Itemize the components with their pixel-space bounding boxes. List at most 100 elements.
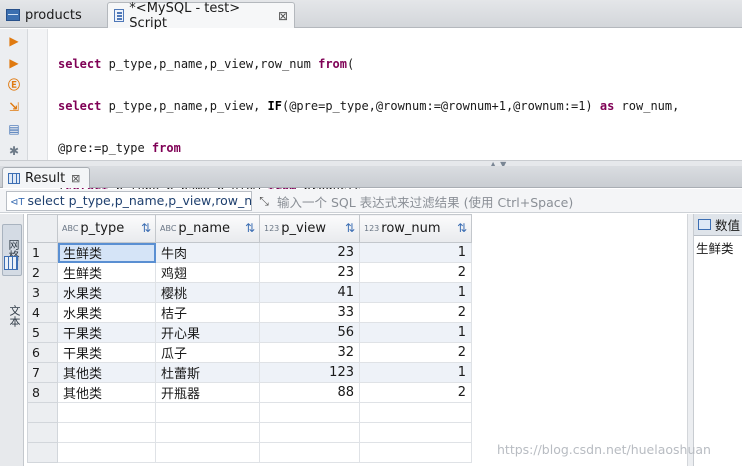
settings-icon[interactable]: ✱ <box>6 143 22 159</box>
table-cell <box>155 422 260 443</box>
row-number-cell[interactable]: 3 <box>27 282 58 303</box>
result-grid-icon <box>8 172 20 184</box>
cell-p_type[interactable]: 生鲜类 <box>57 262 156 283</box>
cell-p_name[interactable]: 瓜子 <box>155 342 260 363</box>
cell-p_type[interactable]: 水果类 <box>57 282 156 303</box>
filter-value: select p_type,p_name,p_view,row_n <box>27 193 252 208</box>
cell-row_num[interactable]: 1 <box>359 282 472 303</box>
tab-text-view-label: 文本 <box>8 305 21 327</box>
tab-result[interactable]: Result ⊠ <box>2 167 90 188</box>
cell-p_view[interactable]: 56 <box>259 322 360 343</box>
close-tab-icon[interactable]: ⊠ <box>278 9 288 23</box>
cell-p_view[interactable]: 23 <box>259 262 360 283</box>
cell-p_name[interactable]: 牛肉 <box>155 242 260 263</box>
cell-row_num[interactable]: 2 <box>359 382 472 403</box>
expand-filter-icon[interactable]: ⤡ <box>256 193 272 209</box>
view-mode-tabs: 网格 文本 <box>0 214 24 466</box>
table-row[interactable]: 7 其他类 杜蕾斯 123 1 <box>27 362 472 383</box>
cell-row_num[interactable]: 1 <box>359 322 472 343</box>
cell-p_view[interactable]: 32 <box>259 342 360 363</box>
table-header-row: ABC p_type ⇅ ABC p_name ⇅ 123 p_view ⇅ 123 row_… <box>27 214 472 243</box>
value-panel: 数值 生鲜类 <box>693 214 742 466</box>
value-panel-title: 数值 <box>715 218 741 233</box>
cell-row_num[interactable]: 1 <box>359 362 472 383</box>
cell-p_type[interactable]: 其他类 <box>57 382 156 403</box>
filter-placeholder[interactable]: 输入一个 SQL 表达式来过滤结果 (使用 Ctrl+Space) <box>277 192 573 211</box>
tab-result-label: Result <box>25 170 66 186</box>
sort-filter-icon[interactable]: ⇅ <box>457 221 467 235</box>
table-cell <box>155 402 260 423</box>
row-number-cell[interactable]: 4 <box>27 302 58 323</box>
tab-text-view[interactable]: 文本 <box>2 290 22 342</box>
cell-p_view[interactable]: 41 <box>259 282 360 303</box>
cell-p_type[interactable]: 干果类 <box>57 342 156 363</box>
cell-p_name[interactable]: 鸡翅 <box>155 262 260 283</box>
filter-bar: ⊲T select p_type,p_name,p_view,row_n ⤡ 输入… <box>0 189 742 213</box>
column-header-p_view[interactable]: 123 p_view ⇅ <box>259 214 360 243</box>
cell-p_type[interactable]: 其他类 <box>57 362 156 383</box>
value-panel-header[interactable]: 数值 <box>694 214 742 236</box>
row-number-cell[interactable]: 6 <box>27 342 58 363</box>
column-name: row_num <box>381 221 441 236</box>
explain-icon[interactable]: Ⓔ <box>6 77 22 93</box>
table-row[interactable]: 6 干果类 瓜子 32 2 <box>27 342 472 363</box>
column-name: p_type <box>80 221 125 236</box>
cell-p_type[interactable]: 干果类 <box>57 322 156 343</box>
table-row[interactable]: 5 干果类 开心果 56 1 <box>27 322 472 343</box>
column-header-p_type[interactable]: ABC p_type ⇅ <box>57 214 156 243</box>
cell-p_view[interactable]: 88 <box>259 382 360 403</box>
cell-p_type[interactable]: 生鲜类 <box>57 242 156 263</box>
column-header-p_name[interactable]: ABC p_name ⇅ <box>155 214 260 243</box>
cell-p_name[interactable]: 樱桃 <box>155 282 260 303</box>
table-cell <box>259 442 360 463</box>
sort-filter-icon[interactable]: ⇅ <box>245 221 255 235</box>
sql-editor[interactable]: ▶ ▶ Ⓔ ⇲ ▤ ✱ select p_type,p_name,p_view,… <box>0 29 742 365</box>
tab-products[interactable]: products <box>0 2 106 28</box>
export-icon[interactable]: ⇲ <box>6 99 22 115</box>
table-cell <box>359 442 472 463</box>
cell-p_view[interactable]: 123 <box>259 362 360 383</box>
row-number-cell[interactable]: 7 <box>27 362 58 383</box>
tab-products-label: products <box>25 7 82 23</box>
cell-p_view[interactable]: 33 <box>259 302 360 323</box>
close-result-icon[interactable]: ⊠ <box>71 172 80 185</box>
history-icon[interactable]: ▤ <box>6 121 22 137</box>
grid-view-icon[interactable] <box>4 256 18 270</box>
cell-row_num[interactable]: 2 <box>359 262 472 283</box>
row-number-cell <box>27 422 58 443</box>
tab-sql-script-label: *<MySQL - test> Script <box>129 0 241 31</box>
row-number-cell[interactable]: 5 <box>27 322 58 343</box>
row-number-cell[interactable]: 2 <box>27 262 58 283</box>
row-number-cell[interactable]: 1 <box>27 242 58 263</box>
result-table: ABC p_type ⇅ ABC p_name ⇅ 123 p_view ⇅ 123 row_… <box>27 214 472 463</box>
cell-p_name[interactable]: 杜蕾斯 <box>155 362 260 383</box>
cell-p_name[interactable]: 开瓶器 <box>155 382 260 403</box>
table-row[interactable]: 2 生鲜类 鸡翅 23 2 <box>27 262 472 283</box>
sort-filter-icon[interactable]: ⇅ <box>345 221 355 235</box>
table-row[interactable]: 3 水果类 樱桃 41 1 <box>27 282 472 303</box>
table-row[interactable]: 4 水果类 桔子 33 2 <box>27 302 472 323</box>
cell-row_num[interactable]: 2 <box>359 342 472 363</box>
cell-p_name[interactable]: 开心果 <box>155 322 260 343</box>
result-grid[interactable]: ABC p_type ⇅ ABC p_name ⇅ 123 p_view ⇅ 123 row_… <box>27 214 687 466</box>
cell-p_type[interactable]: 水果类 <box>57 302 156 323</box>
number-type-icon: 123 <box>364 224 380 233</box>
cell-row_num[interactable]: 2 <box>359 302 472 323</box>
row-number-header[interactable] <box>27 214 58 243</box>
value-panel-content[interactable]: 生鲜类 <box>694 236 742 259</box>
sort-filter-icon[interactable]: ⇅ <box>141 221 151 235</box>
filter-input[interactable]: ⊲T select p_type,p_name,p_view,row_n <box>6 191 252 211</box>
cell-row_num[interactable]: 1 <box>359 242 472 263</box>
result-tab-bar: Result ⊠ <box>0 166 742 188</box>
row-number-cell[interactable]: 8 <box>27 382 58 403</box>
table-row[interactable]: 1 生鲜类 牛肉 23 1 <box>27 242 472 263</box>
tab-sql-script[interactable]: *<MySQL - test> Script ⊠ <box>107 0 295 31</box>
cell-p_view[interactable]: 23 <box>259 242 360 263</box>
run-icon[interactable]: ▶ <box>6 33 22 49</box>
table-row[interactable]: 8 其他类 开瓶器 88 2 <box>27 382 472 403</box>
cell-p_name[interactable]: 桔子 <box>155 302 260 323</box>
table-cell <box>57 442 156 463</box>
empty-row <box>27 442 472 463</box>
column-header-row_num[interactable]: 123 row_num ⇅ <box>359 214 472 243</box>
run-script-icon[interactable]: ▶ <box>6 55 22 71</box>
